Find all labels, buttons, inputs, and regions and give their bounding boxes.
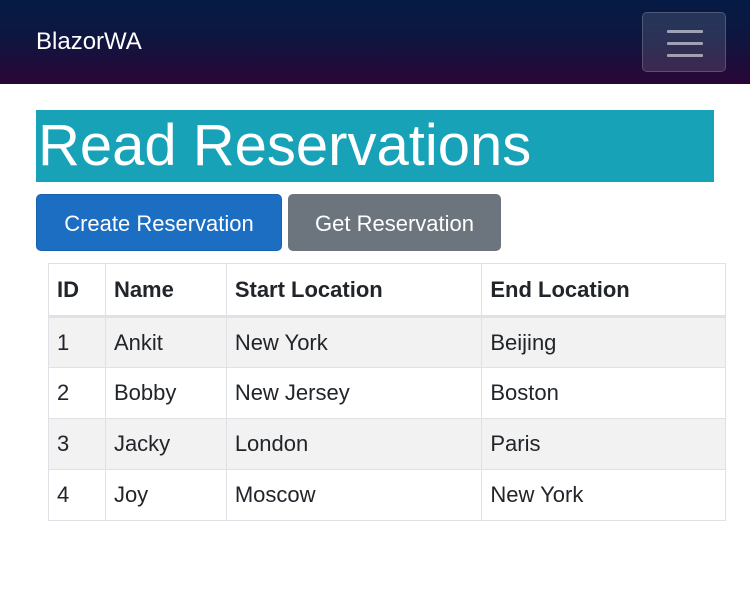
hamburger-menu-icon <box>667 30 703 33</box>
cell-name: Ankit <box>104 316 227 368</box>
page-title: Read Reservations <box>36 110 714 182</box>
cell-name: Bobby <box>104 367 227 419</box>
column-header-start-location: Start Location <box>225 263 483 318</box>
create-reservation-button[interactable]: Create Reservation <box>36 194 282 251</box>
hamburger-menu-icon <box>667 42 703 45</box>
table-header-row: ID Name Start Location End Location <box>48 263 726 318</box>
cell-name: Jacky <box>104 418 227 470</box>
cell-id: 2 <box>48 367 106 419</box>
cell-start-location: London <box>225 418 483 470</box>
cell-end-location: New York <box>481 469 726 521</box>
table-row: 4 Joy Moscow New York <box>48 469 726 521</box>
column-header-name: Name <box>104 263 227 318</box>
reservations-table: ID Name Start Location End Location 1 An… <box>48 263 726 521</box>
top-navbar: BlazorWA <box>0 0 750 84</box>
cell-id: 4 <box>48 469 106 521</box>
table-row: 3 Jacky London Paris <box>48 418 726 470</box>
table-row: 1 Ankit New York Beijing <box>48 316 726 368</box>
cell-start-location: New Jersey <box>225 367 483 419</box>
cell-end-location: Beijing <box>481 316 726 368</box>
cell-start-location: Moscow <box>225 469 483 521</box>
table-row: 2 Bobby New Jersey Boston <box>48 367 726 419</box>
hamburger-menu-icon <box>667 54 703 57</box>
cell-name: Joy <box>104 469 227 521</box>
cell-start-location: New York <box>225 316 483 368</box>
navbar-toggler-button[interactable] <box>642 12 726 72</box>
cell-id: 3 <box>48 418 106 470</box>
get-reservation-button[interactable]: Get Reservation <box>288 194 501 251</box>
cell-end-location: Paris <box>481 418 726 470</box>
column-header-id: ID <box>48 263 106 318</box>
column-header-end-location: End Location <box>481 263 726 318</box>
cell-id: 1 <box>48 316 106 368</box>
navbar-brand[interactable]: BlazorWA <box>36 28 142 56</box>
cell-end-location: Boston <box>481 367 726 419</box>
